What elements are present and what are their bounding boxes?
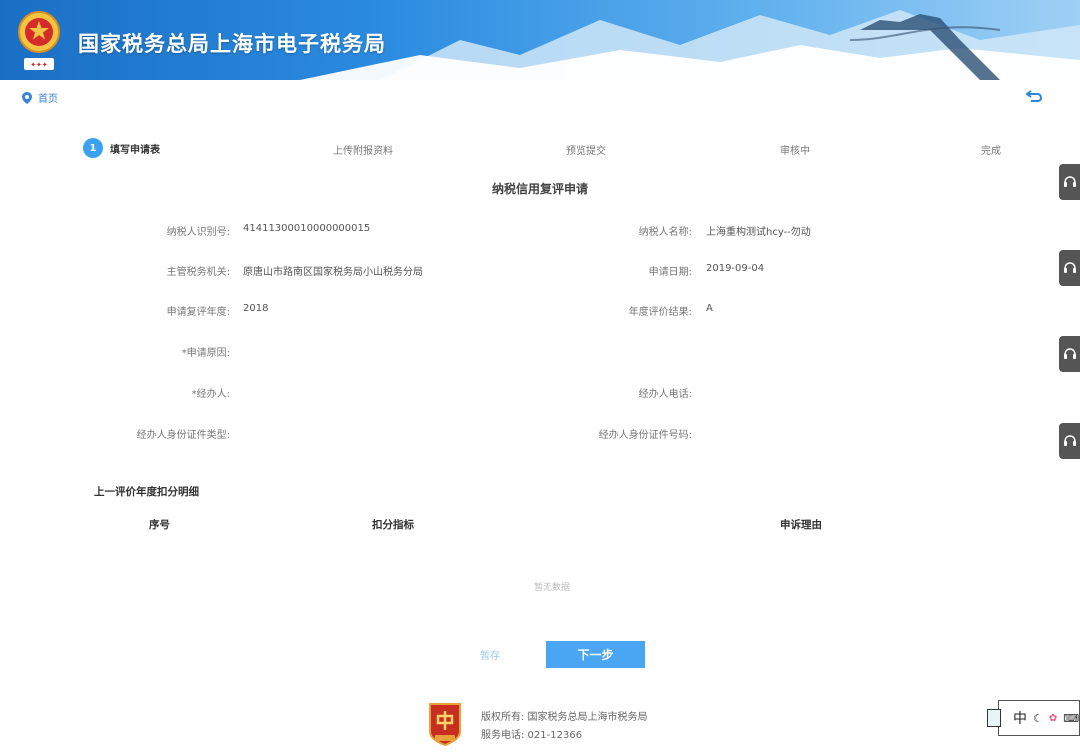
- tax-emblem-icon: ✦✦✦: [18, 11, 60, 70]
- empty-table-text: 暂无数据: [533, 583, 570, 593]
- column-header-index: 序号: [149, 519, 170, 531]
- step-label: 填写申请表: [110, 144, 160, 156]
- side-tab-service-1[interactable]: [1059, 164, 1080, 200]
- review-year-label: 申请复评年度:: [166, 307, 230, 318]
- handler-label: *经办人:: [191, 389, 230, 400]
- taxpayer-id-value: 41411300010000000015: [243, 223, 371, 234]
- step-number-badge: 1: [83, 138, 103, 158]
- handler-phone-label: 经办人电话:: [638, 389, 692, 400]
- headset-icon: [1063, 176, 1076, 187]
- apply-date-value: 2019-09-04: [706, 263, 765, 274]
- taxpayer-name-value: 上海重构测试hcy--勿动: [706, 227, 811, 238]
- footer-copyright: 版权所有: 国家税务总局上海市税务局: [481, 712, 648, 723]
- handler-phone-input[interactable]: [706, 381, 1006, 401]
- result-label: 年度评价结果:: [628, 307, 692, 318]
- taxpayer-name-label: 纳税人名称:: [638, 227, 692, 238]
- next-step-button[interactable]: 下一步: [546, 641, 645, 668]
- svg-text:✦✦✦: ✦✦✦: [30, 61, 48, 69]
- step-fill-form: 1 填写申请表: [83, 138, 160, 158]
- location-pin-icon: [22, 91, 32, 104]
- column-header-indicator: 扣分指标: [372, 519, 414, 531]
- deduction-section-title: 上一评价年度扣分明细: [94, 486, 199, 498]
- headset-icon: [1063, 435, 1076, 446]
- back-button[interactable]: [1026, 90, 1042, 102]
- keyboard-icon[interactable]: ⌨: [1063, 712, 1079, 725]
- breadcrumb: 首页: [22, 90, 58, 105]
- form-title: 纳税信用复评申请: [491, 182, 588, 196]
- headset-icon: [1063, 348, 1076, 359]
- ime-mode-indicator[interactable]: 中: [1013, 708, 1027, 728]
- reason-label: *申请原因:: [181, 348, 230, 359]
- back-arrow-icon: [1026, 90, 1042, 102]
- side-tab-service-3[interactable]: [1059, 336, 1080, 372]
- apply-date-label: 申请日期:: [648, 267, 692, 278]
- side-tab-service-2[interactable]: [1059, 250, 1080, 286]
- authority-value: 原唐山市路南区国家税务局小山税务分局: [243, 267, 423, 278]
- moon-icon[interactable]: ☾: [1033, 712, 1043, 725]
- skin-icon[interactable]: ✿: [1049, 713, 1057, 724]
- ime-drag-handle[interactable]: [987, 709, 1001, 727]
- header-banner: ✦✦✦ 国家税务总局上海市电子税务局: [0, 0, 1080, 80]
- review-year-value: 2018: [243, 303, 269, 314]
- handler-input[interactable]: [243, 381, 533, 401]
- taxpayer-id-label: 纳税人识别号:: [166, 227, 230, 238]
- id-type-label: 经办人身份证件类型:: [136, 430, 230, 441]
- step-done: 完成: [981, 146, 1001, 157]
- ime-toolbar[interactable]: 中 ☾ ✿ ⌨: [987, 700, 1080, 736]
- id-type-select[interactable]: [243, 422, 533, 442]
- headset-icon: [1063, 262, 1076, 273]
- id-number-input[interactable]: [706, 422, 1006, 442]
- breadcrumb-home-link[interactable]: 首页: [38, 90, 58, 105]
- column-header-reason: 申诉理由: [780, 519, 822, 531]
- result-value: A: [706, 303, 713, 314]
- side-tab-service-4[interactable]: [1059, 423, 1080, 459]
- site-title: 国家税务总局上海市电子税务局: [78, 32, 386, 56]
- tax-bureau-logo-icon: [429, 703, 461, 746]
- step-review: 审核中: [780, 146, 810, 157]
- save-draft-link[interactable]: 暂存: [480, 647, 500, 662]
- reason-input[interactable]: [243, 340, 1043, 360]
- step-upload: 上传附报资料: [333, 146, 393, 157]
- id-number-label: 经办人身份证件号码:: [598, 430, 692, 441]
- progress-steps: 1 填写申请表 上传附报资料 预览提交 审核中 完成: [0, 138, 1080, 160]
- authority-label: 主管税务机关:: [166, 267, 230, 278]
- footer-phone: 服务电话: 021-12366: [481, 730, 583, 741]
- step-preview: 预览提交: [566, 146, 606, 157]
